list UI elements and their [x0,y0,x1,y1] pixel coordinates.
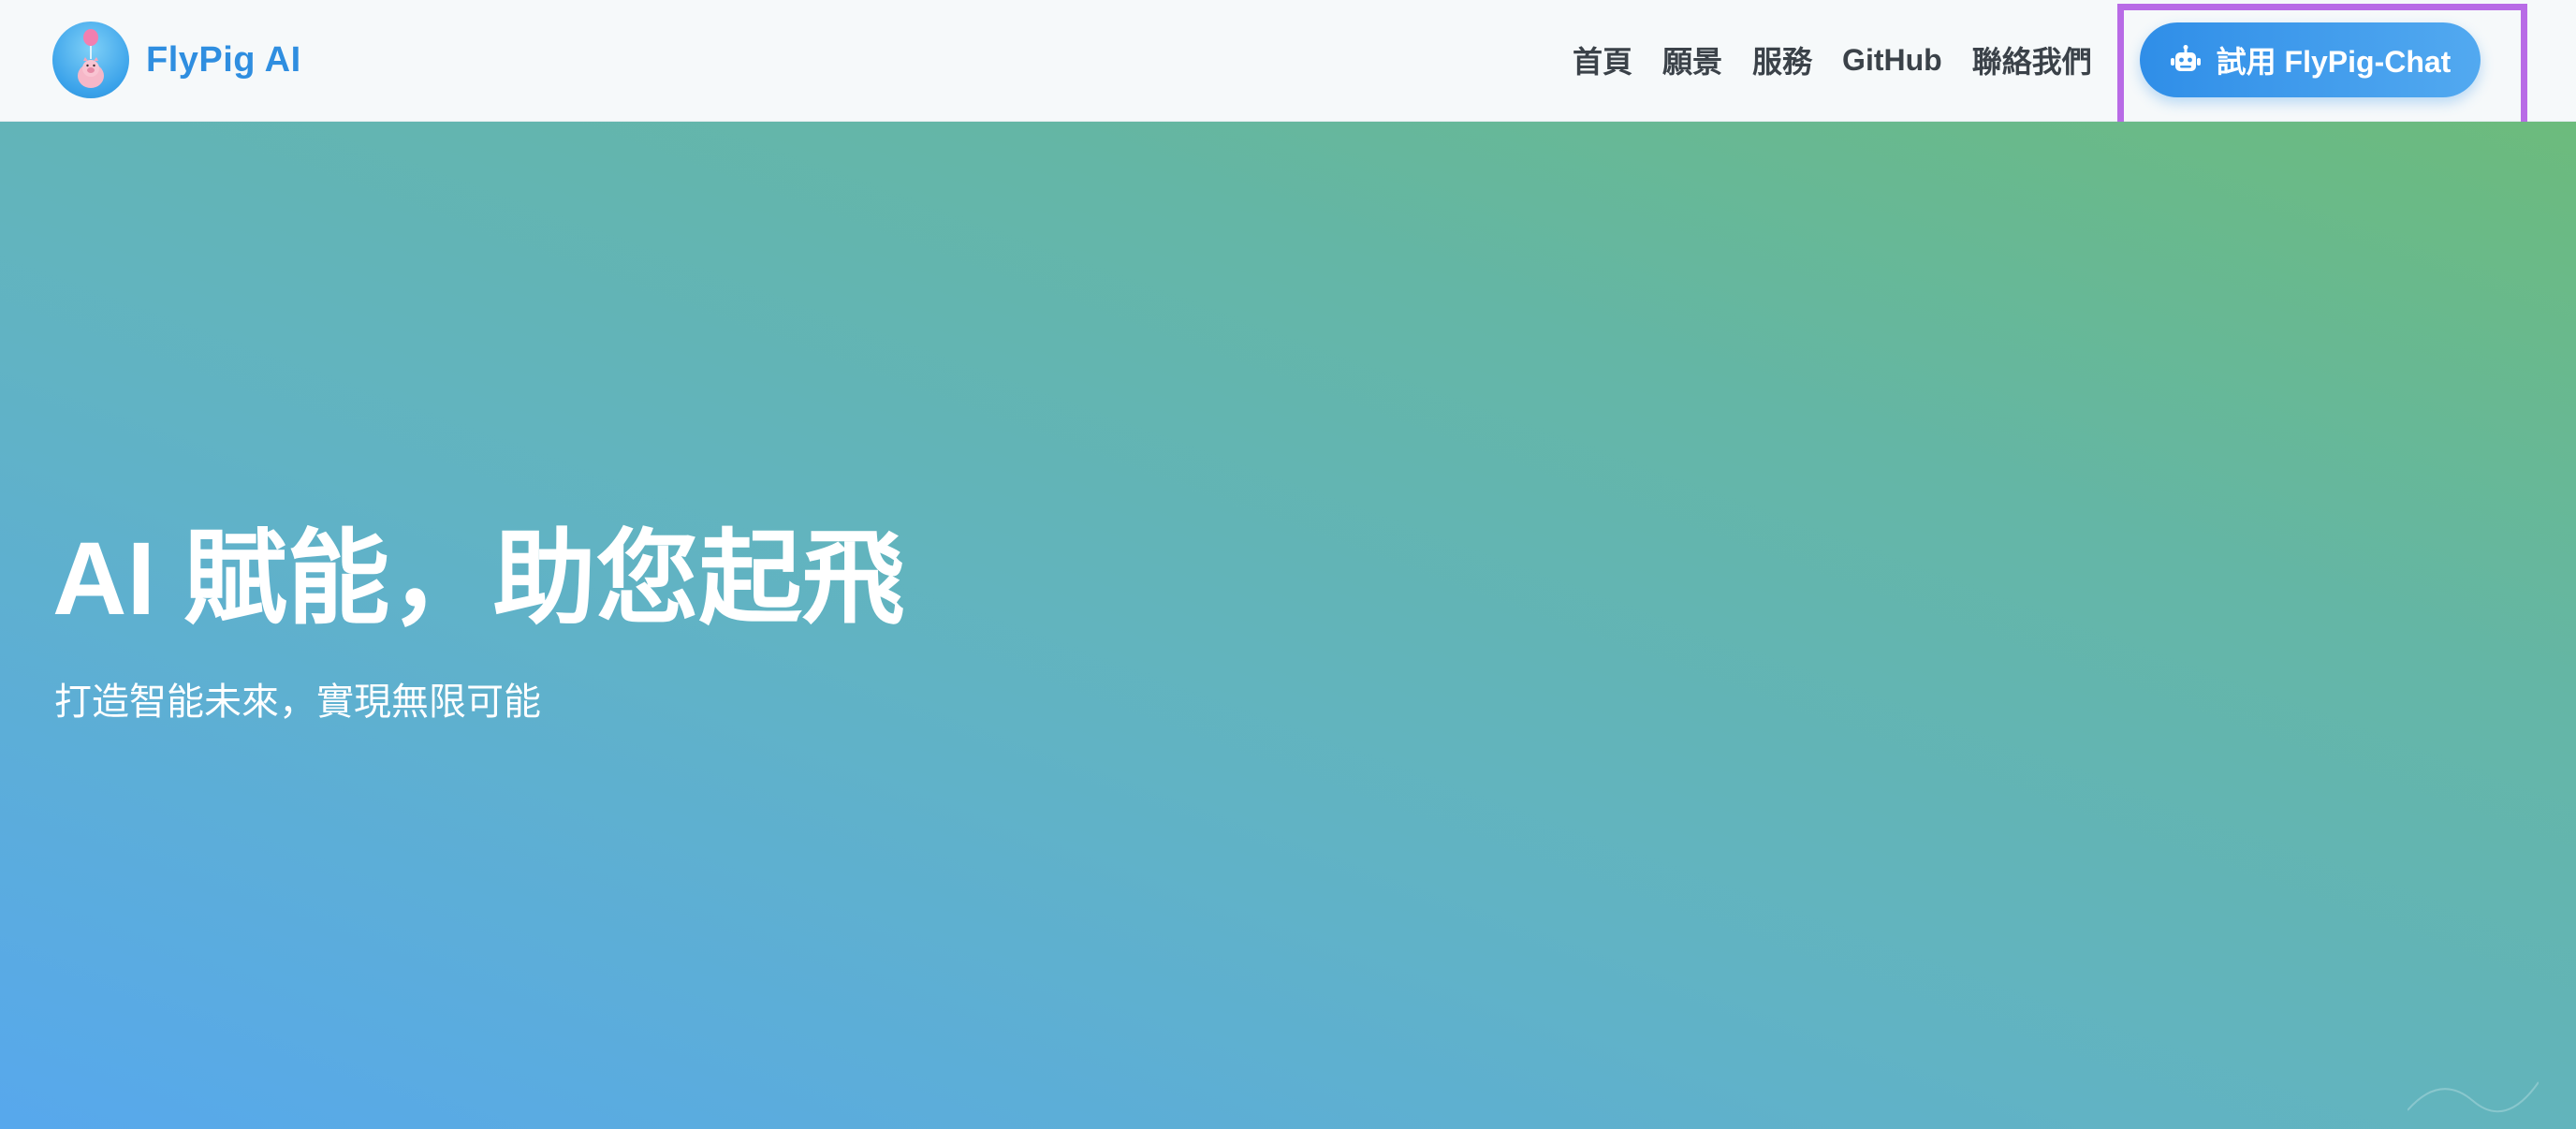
top-navbar: FlyPig AI 首頁 願景 服務 GitHub 聯絡我們 試用 FlyPig… [0,0,2576,139]
cta-label: 試用 FlyPig-Chat [2216,45,2452,79]
decorative-wave [2408,1081,2539,1113]
nav-vision[interactable]: 願景 [1662,38,1722,81]
hero-section: AI 賦能，助您起飛 打造智能未來，實現無限可能 [0,122,2576,1129]
nav-home[interactable]: 首頁 [1573,38,1632,81]
main-nav: 首頁 願景 服務 GitHub 聯絡我們 [1573,0,2092,120]
hero-title: AI 賦能，助您起飛 [52,521,905,637]
brand-name: FlyPig AI [146,39,301,80]
brand-home-link[interactable]: FlyPig AI [52,22,301,98]
nav-services[interactable]: 服務 [1752,38,1812,81]
nav-github[interactable]: GitHub [1842,43,1942,78]
hero-subtitle: 打造智能未來，實現無限可能 [54,682,541,723]
nav-contact[interactable]: 聯絡我們 [1972,38,2092,81]
flypig-logo-icon [52,22,129,98]
try-flypig-chat-button[interactable]: 試用 FlyPig-Chat [2140,22,2481,97]
robot-icon [2170,44,2202,76]
